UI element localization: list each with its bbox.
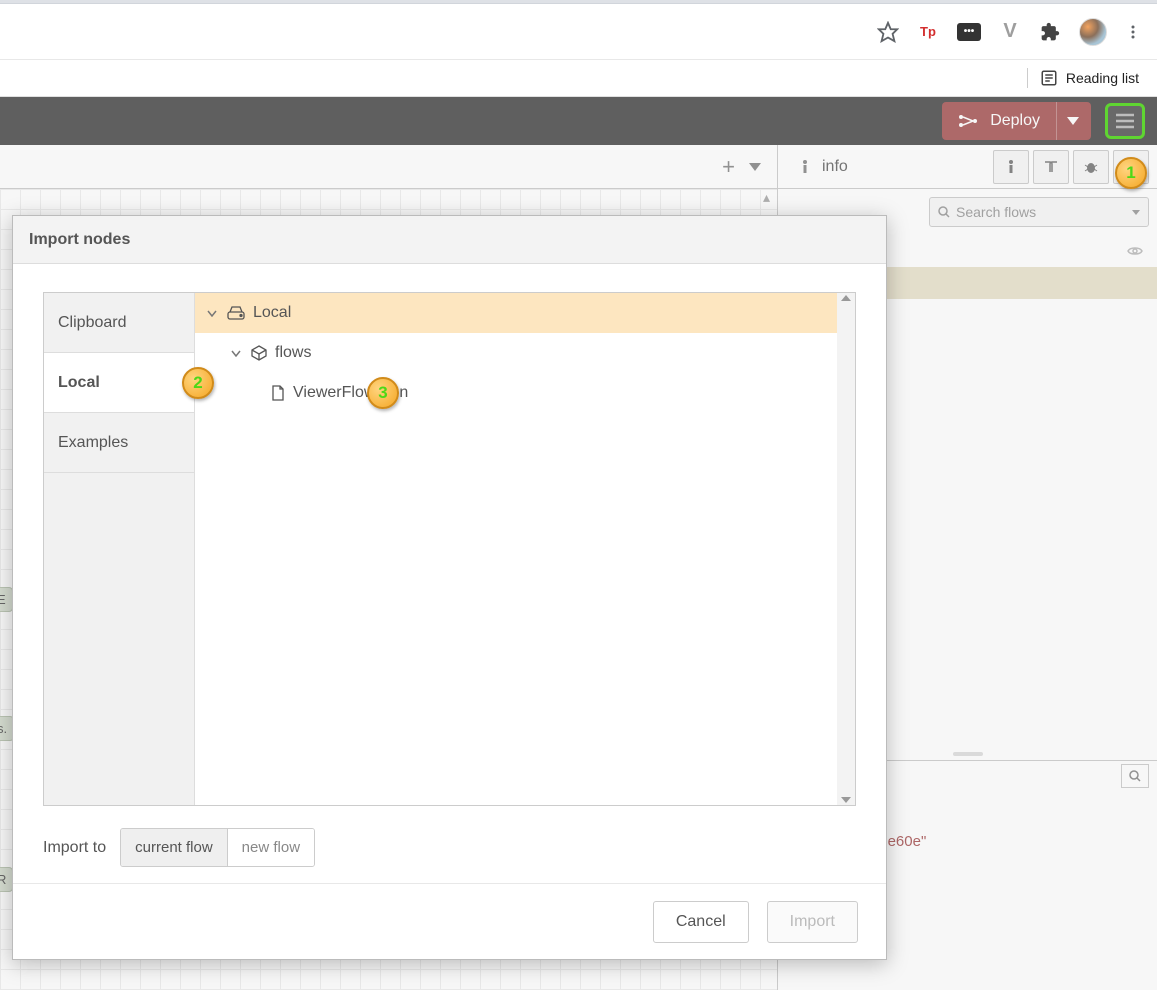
bookmark-star-icon[interactable] xyxy=(877,21,899,43)
tree-scrollbar[interactable] xyxy=(837,293,855,805)
import-to-label: Import to xyxy=(43,839,106,857)
browser-toolbar: Tp ••• V xyxy=(0,4,1157,60)
import-button[interactable]: Import xyxy=(767,901,858,943)
import-to-new[interactable]: new flow xyxy=(228,829,314,866)
import-tab-local[interactable]: Local 2 xyxy=(44,353,195,413)
profile-avatar[interactable] xyxy=(1079,18,1107,46)
reading-list-label[interactable]: Reading list xyxy=(1066,70,1139,86)
drive-icon xyxy=(227,306,245,320)
cancel-button[interactable]: Cancel xyxy=(653,901,749,943)
chevron-down-icon xyxy=(205,310,219,317)
callout-2: 2 xyxy=(182,367,214,399)
file-icon xyxy=(271,385,285,401)
reading-list-icon[interactable] xyxy=(1040,69,1058,87)
tree-folder-flows[interactable]: flows xyxy=(195,333,855,373)
import-tab-examples[interactable]: Examples xyxy=(44,413,194,473)
bookmark-bar: Reading list xyxy=(0,60,1157,97)
import-to-current[interactable]: current flow xyxy=(121,829,228,866)
extension-tp-icon[interactable]: Tp xyxy=(917,21,939,43)
callout-3: 3 xyxy=(367,377,399,409)
callout-1: 1 xyxy=(1115,157,1147,189)
import-tab-clipboard[interactable]: Clipboard xyxy=(44,293,194,353)
tree-root-local[interactable]: Local xyxy=(195,293,855,333)
chevron-down-icon xyxy=(229,350,243,357)
tree-file-viewerflow[interactable]: ViewerFlow.json 3 xyxy=(195,373,855,413)
extension-v-icon[interactable]: V xyxy=(999,21,1021,43)
cube-icon xyxy=(251,345,267,361)
dialog-title: Import nodes xyxy=(13,216,886,264)
import-dialog: Import nodes Clipboard Local 2 Examples … xyxy=(12,215,887,960)
extensions-puzzle-icon[interactable] xyxy=(1039,21,1061,43)
extension-video-icon[interactable]: ••• xyxy=(957,23,981,41)
chrome-menu-icon[interactable] xyxy=(1125,24,1141,40)
import-to-toggle: current flow new flow xyxy=(120,828,315,867)
